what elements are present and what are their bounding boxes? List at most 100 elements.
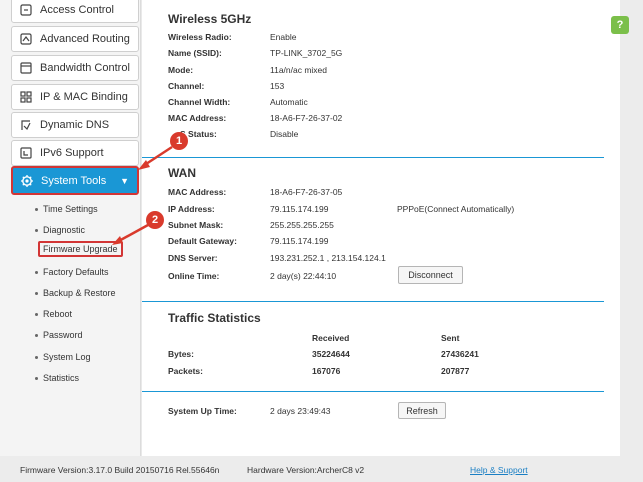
subitem-diagnostic[interactable]: Diagnostic bbox=[35, 225, 85, 235]
sidebar-item-label: Access Control bbox=[40, 4, 114, 16]
field-label: Packets: bbox=[168, 366, 203, 376]
sidebar-item-access-control[interactable]: Access Control bbox=[11, 0, 139, 23]
help-icon[interactable]: ? bbox=[611, 16, 629, 34]
connection-type: PPPoE(Connect Automatically) bbox=[397, 204, 515, 214]
field-value: 18-A6-F7-26-37-05 bbox=[270, 187, 343, 197]
bytes-received: 35224644 bbox=[312, 349, 350, 359]
column-header-received: Received bbox=[312, 333, 350, 343]
subitem-label: Time Settings bbox=[43, 204, 98, 214]
field-label: MAC Address: bbox=[168, 187, 227, 197]
sidebar-item-label: Advanced Routing bbox=[40, 33, 130, 45]
bullet-icon bbox=[35, 376, 38, 380]
chevron-down-icon: ▼ bbox=[120, 175, 129, 186]
sidebar-item-label: Dynamic DNS bbox=[40, 119, 110, 131]
field-label: IP Address: bbox=[168, 204, 215, 214]
field-value: 11a/n/ac mixed bbox=[270, 65, 328, 75]
sidebar-item-system-tools[interactable]: System Tools ▼ bbox=[11, 166, 139, 195]
field-label: Bytes: bbox=[168, 349, 194, 359]
refresh-button[interactable]: Refresh bbox=[398, 402, 446, 419]
field-value: 255.255.255.255 bbox=[270, 220, 334, 230]
subitem-reboot[interactable]: Reboot bbox=[35, 309, 72, 319]
sidebar: Access Control Advanced Routing Bandwidt… bbox=[0, 0, 141, 456]
bullet-icon bbox=[35, 270, 38, 274]
field-label: MAC Address: bbox=[168, 113, 227, 123]
subitem-backup-restore[interactable]: Backup & Restore bbox=[35, 288, 116, 298]
field-label: Wireless Radio: bbox=[168, 32, 232, 42]
subitem-label: Firmware Upgrade bbox=[43, 244, 118, 254]
bytes-sent: 27436241 bbox=[441, 349, 479, 359]
subitem-label: Reboot bbox=[43, 309, 73, 319]
subitem-password[interactable]: Password bbox=[35, 330, 83, 340]
field-value: 79.115.174.199 bbox=[270, 236, 329, 246]
subitem-factory-defaults[interactable]: Factory Defaults bbox=[35, 267, 109, 277]
field-label: Subnet Mask: bbox=[168, 220, 224, 230]
help-support-link[interactable]: Help & Support bbox=[470, 465, 528, 475]
system-uptime-value: 2 days 23:49:43 bbox=[270, 406, 331, 416]
subitem-label: Backup & Restore bbox=[43, 288, 116, 298]
field-value: 18-A6-F7-26-37-02 bbox=[270, 113, 343, 123]
section-divider bbox=[142, 391, 604, 392]
packets-received: 167076 bbox=[312, 366, 341, 376]
field-value: 2 day(s) 22:44:10 bbox=[270, 271, 337, 281]
annotation-badge-1: 1 bbox=[170, 132, 188, 150]
column-header-sent: Sent bbox=[441, 333, 460, 343]
bullet-icon bbox=[35, 291, 38, 295]
field-value: Disable bbox=[270, 129, 299, 139]
field-label: DNS Server: bbox=[168, 253, 218, 263]
bullet-icon bbox=[35, 333, 38, 337]
bullet-icon bbox=[35, 355, 38, 359]
field-value: Automatic bbox=[270, 97, 308, 107]
subitem-firmware-upgrade[interactable]: Firmware Upgrade bbox=[38, 241, 123, 257]
subitem-time-settings[interactable]: Time Settings bbox=[35, 204, 98, 214]
subitem-label: Diagnostic bbox=[43, 225, 86, 235]
subitem-label: System Log bbox=[43, 352, 91, 362]
section-divider bbox=[142, 301, 604, 302]
field-value: Enable bbox=[270, 32, 297, 42]
field-label: Name (SSID): bbox=[168, 48, 222, 58]
subitem-system-log[interactable]: System Log bbox=[35, 352, 91, 362]
disconnect-button[interactable]: Disconnect bbox=[398, 266, 463, 284]
hardware-version: Hardware Version:ArcherC8 v2 bbox=[247, 465, 365, 475]
field-value: 193.231.252.1 , 213.154.124.1 bbox=[270, 253, 386, 263]
packets-sent: 207877 bbox=[441, 366, 470, 376]
subitem-label: Statistics bbox=[43, 373, 80, 383]
sidebar-item-label: Bandwidth Control bbox=[40, 62, 130, 74]
bullet-icon bbox=[35, 207, 38, 211]
section-divider bbox=[142, 157, 604, 158]
binding-icon bbox=[12, 90, 40, 104]
system-uptime-label: System Up Time: bbox=[168, 406, 237, 416]
field-label: Channel Width: bbox=[168, 97, 231, 107]
gear-icon bbox=[13, 174, 41, 188]
field-label: Channel: bbox=[168, 81, 205, 91]
subitem-label: Factory Defaults bbox=[43, 267, 109, 277]
sidebar-item-ipv6-support[interactable]: IPv6 Support bbox=[11, 140, 139, 166]
firmware-version: Firmware Version:3.17.0 Build 20150716 R… bbox=[20, 465, 220, 475]
sidebar-item-label: IP & MAC Binding bbox=[40, 91, 128, 103]
ipv6-icon bbox=[12, 146, 40, 160]
access-control-icon bbox=[12, 3, 40, 17]
field-value: TP-LINK_3702_5G bbox=[270, 48, 343, 58]
ddns-icon bbox=[12, 118, 40, 132]
routing-icon bbox=[12, 32, 40, 46]
section-title-traffic-statistics: Traffic Statistics bbox=[168, 311, 261, 325]
bullet-icon bbox=[35, 228, 38, 232]
field-label: Default Gateway: bbox=[168, 236, 237, 246]
sidebar-item-advanced-routing[interactable]: Advanced Routing bbox=[11, 26, 139, 52]
bullet-icon bbox=[35, 312, 38, 316]
annotation-badge-2: 2 bbox=[146, 211, 164, 229]
sidebar-item-bandwidth-control[interactable]: Bandwidth Control bbox=[11, 55, 139, 81]
section-title-wireless-5ghz: Wireless 5GHz bbox=[168, 12, 252, 26]
sidebar-item-ip-mac-binding[interactable]: IP & MAC Binding bbox=[11, 84, 139, 110]
subitem-label: Password bbox=[43, 330, 83, 340]
field-value: 153 bbox=[270, 81, 285, 91]
sidebar-item-label: System Tools bbox=[41, 174, 107, 187]
section-title-wan: WAN bbox=[168, 166, 196, 180]
sidebar-item-dynamic-dns[interactable]: Dynamic DNS bbox=[11, 112, 139, 138]
sidebar-item-label: IPv6 Support bbox=[40, 147, 104, 159]
field-value: 79.115.174.199 bbox=[270, 204, 329, 214]
subitem-statistics[interactable]: Statistics bbox=[35, 373, 79, 383]
bandwidth-icon bbox=[12, 61, 40, 75]
footer: Firmware Version:3.17.0 Build 20150716 R… bbox=[0, 456, 643, 482]
right-scroll-area bbox=[620, 0, 643, 456]
main-panel: Wireless 5GHz Wireless Radio: Enable Nam… bbox=[142, 0, 620, 456]
